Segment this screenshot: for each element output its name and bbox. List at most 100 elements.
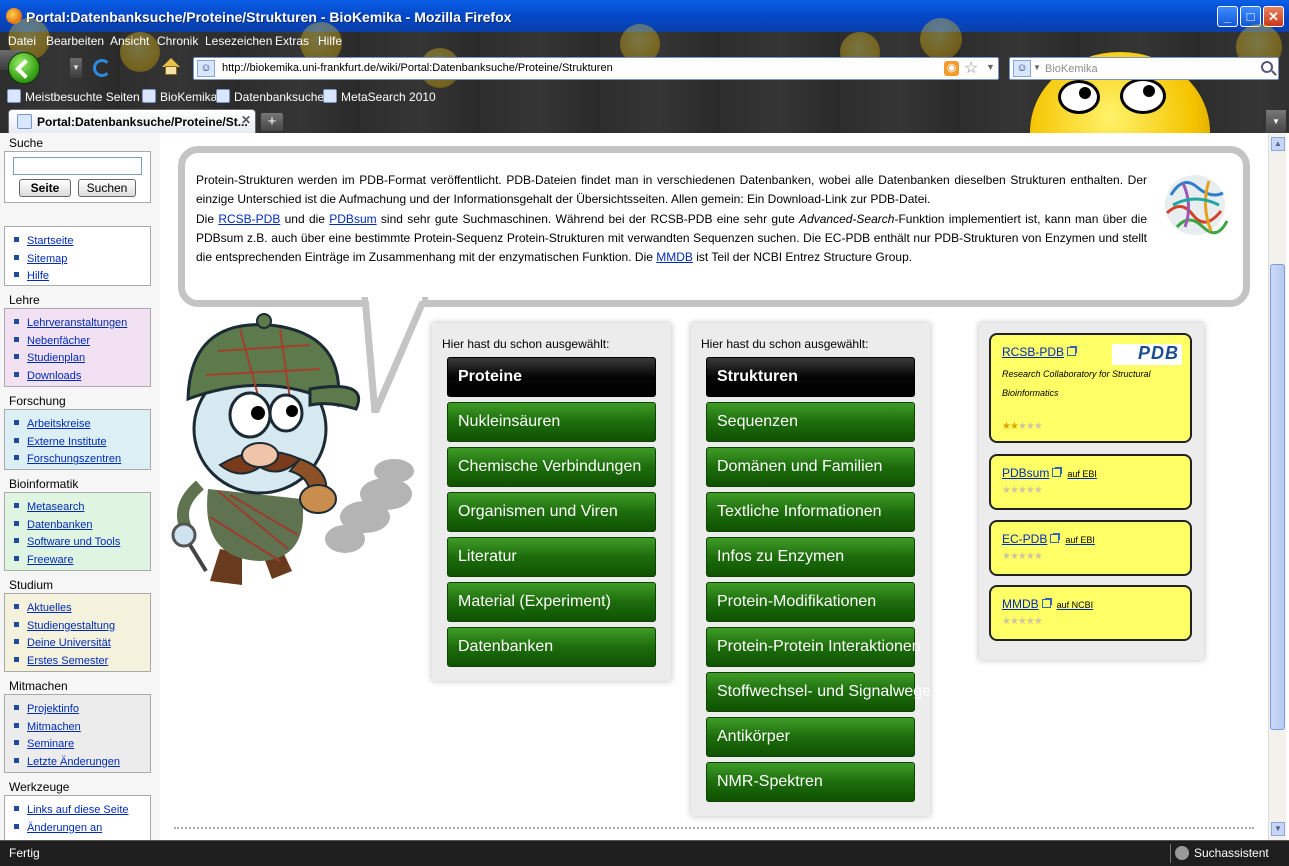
search-button[interactable]: Suchen (78, 179, 136, 197)
intro-paragraph-1: Protein-Strukturen werden im PDB-Format … (196, 173, 1147, 207)
subcategory-infos-zu-enzymen-button[interactable]: Infos zu Enzymen (706, 537, 915, 577)
portal-werkzeuge: Links auf diese Seite Änderungen an (4, 795, 151, 840)
status-text: Fertig (9, 846, 40, 860)
home-icon[interactable] (162, 58, 180, 76)
sidebar-item-studiengestaltung[interactable]: Studiengestaltung (14, 618, 150, 636)
rss-feed-icon[interactable]: ◉ (944, 61, 959, 76)
sidebar-item-mitmachen[interactable]: Mitmachen (14, 719, 150, 737)
subcategory-stoffwechsel-und-signalwege-button[interactable]: Stoffwechsel- und Signalwege (706, 672, 931, 712)
wiki-search-input[interactable] (13, 157, 142, 175)
bookmark-favicon-icon (323, 89, 337, 103)
sidebar-item-downloads[interactable]: Downloads (14, 368, 150, 386)
minimize-button[interactable]: _ (1217, 6, 1238, 27)
go-button[interactable]: Seite (19, 179, 71, 197)
scrollbar-thumb[interactable] (1270, 264, 1285, 730)
category-datenbanken-button[interactable]: Datenbanken (447, 627, 656, 667)
database-link-mmdb[interactable]: MMDB auf NCBI (1002, 597, 1093, 611)
bookmark-metasearch[interactable]: MetaSearch 2010 (323, 89, 436, 104)
sidebar-item-sitemap[interactable]: Sitemap (14, 251, 150, 269)
category-literatur-button[interactable]: Literatur (447, 537, 656, 577)
reload-icon[interactable] (93, 59, 111, 77)
tab-close-icon[interactable]: ✕ (241, 113, 251, 127)
search-icon[interactable] (1261, 61, 1273, 73)
subcategory-textliche-informationen-button[interactable]: Textliche Informationen (706, 492, 915, 532)
subcategory-domaenen-und-familien-button[interactable]: Domänen und Familien (706, 447, 915, 487)
back-button[interactable] (8, 52, 40, 84)
engine-dropdown-icon[interactable]: ▼ (1033, 63, 1041, 72)
sidebar-item-software-und-tools[interactable]: Software und Tools (14, 534, 150, 552)
sidebar-item-arbeitskreise[interactable]: Arbeitskreise (14, 416, 150, 434)
bookmark-datenbanksuche[interactable]: Datenbanksuche (216, 89, 324, 104)
menu-bearbeiten[interactable]: Bearbeiten (46, 34, 104, 48)
category-selected-proteine[interactable]: Proteine (447, 357, 656, 397)
rating-stars[interactable]: ★★★★★ (1002, 421, 1043, 432)
category-chemische-verbindungen-button[interactable]: Chemische Verbindungen (447, 447, 656, 487)
search-engine-icon[interactable]: ☺ (1013, 60, 1031, 77)
sidebar-item-deine-universitaet[interactable]: Deine Universität (14, 635, 150, 653)
mmdb-link[interactable]: MMDB (656, 250, 693, 264)
category-panel-header: Hier hast du schon ausgewählt: (442, 337, 610, 351)
menu-extras[interactable]: Extras (275, 34, 309, 48)
category-nukleinsaeuren-button[interactable]: Nukleinsäuren (447, 402, 656, 442)
scroll-up-icon[interactable]: ▲ (1271, 137, 1285, 151)
sidebar-item-projektinfo[interactable]: Projektinfo (14, 701, 150, 719)
sidebar-item-aktuelles[interactable]: Aktuelles (14, 600, 150, 618)
database-card-ec-pdb: EC-PDB auf EBI ★★★★★ (989, 520, 1192, 576)
sidebar-item-freeware[interactable]: Freeware (14, 552, 150, 570)
tab-active[interactable]: Portal:Datenbanksuche/Proteine/St... ✕ (8, 109, 256, 133)
sidebar-item-metasearch[interactable]: Metasearch (14, 499, 150, 517)
sidebar-item-aenderungen-an[interactable]: Änderungen an (14, 820, 150, 838)
subcategory-protein-modifikationen-button[interactable]: Protein-Modifikationen (706, 582, 915, 622)
sidebar-item-nebenfaecher[interactable]: Nebenfächer (14, 333, 150, 351)
menu-hilfe[interactable]: Hilfe (318, 34, 342, 48)
sidebar-item-links-auf-diese-seite[interactable]: Links auf diese Seite (14, 802, 150, 820)
close-button[interactable]: ✕ (1263, 6, 1284, 27)
bookmark-star-icon[interactable]: ☆ (964, 58, 978, 78)
url-text[interactable]: http://biokemika.uni-frankfurt.de/wiki/P… (222, 62, 613, 74)
sidebar-item-seminare[interactable]: Seminare (14, 736, 150, 754)
sidebar-item-studienplan[interactable]: Studienplan (14, 350, 150, 368)
sidebar-item-erstes-semester[interactable]: Erstes Semester (14, 653, 150, 671)
sidebar-item-externe-institute[interactable]: Externe Institute (14, 434, 150, 452)
footer-divider (174, 827, 1254, 829)
sidebar-item-letzte-aenderungen[interactable]: Letzte Änderungen (14, 754, 150, 772)
address-bar[interactable]: ☺ http://biokemika.uni-frankfurt.de/wiki… (193, 57, 999, 80)
sidebar-item-lehrveranstaltungen[interactable]: Lehrveranstaltungen (14, 315, 150, 333)
history-dropdown-button[interactable]: ▼ (70, 58, 82, 78)
url-dropdown-icon[interactable]: ▼ (986, 62, 995, 72)
subcategory-selected-strukturen[interactable]: Strukturen (706, 357, 915, 397)
menu-chronik[interactable]: Chronik (157, 34, 198, 48)
search-bar[interactable]: ☺ ▼ BioKemika (1009, 57, 1279, 80)
bookmark-meistbesuchte[interactable]: Meistbesuchte Seiten (7, 89, 140, 104)
intro-speech-bubble: Protein-Strukturen werden im PDB-Format … (178, 146, 1250, 307)
sidebar-item-hilfe[interactable]: Hilfe (14, 268, 150, 286)
search-placeholder[interactable]: BioKemika (1045, 63, 1098, 75)
bookmark-biokemika[interactable]: BioKemika (142, 89, 217, 104)
database-link-rcsb-pdb[interactable]: RCSB-PDB (1002, 345, 1078, 359)
sidebar-item-datenbanken[interactable]: Datenbanken (14, 517, 150, 535)
subcategory-antikoerper-button[interactable]: Antikörper (706, 717, 915, 757)
menu-ansicht[interactable]: Ansicht (110, 34, 149, 48)
sidebar-item-forschungszentren[interactable]: Forschungszentren (14, 451, 150, 469)
rating-stars[interactable]: ★★★★★ (1002, 485, 1043, 496)
subcategory-sequenzen-button[interactable]: Sequenzen (706, 402, 915, 442)
rating-stars[interactable]: ★★★★★ (1002, 616, 1043, 627)
pdbsum-link[interactable]: PDBsum (329, 212, 376, 226)
category-organismen-und-viren-button[interactable]: Organismen und Viren (447, 492, 656, 532)
search-assistant-label[interactable]: Suchassistent (1194, 846, 1269, 860)
subcategory-nmr-spektren-button[interactable]: NMR-Spektren (706, 762, 915, 802)
database-link-ec-pdb[interactable]: EC-PDB auf EBI (1002, 532, 1095, 546)
tab-list-button[interactable]: ▼ (1266, 110, 1286, 133)
sidebar-item-startseite[interactable]: Startseite (14, 233, 150, 251)
subcategory-protein-protein-interaktionen-button[interactable]: Protein-Protein Interaktionen (706, 627, 921, 667)
database-link-pdbsum[interactable]: PDBsum auf EBI (1002, 466, 1097, 480)
rating-stars[interactable]: ★★★★★ (1002, 551, 1043, 562)
scroll-down-icon[interactable]: ▼ (1271, 822, 1285, 836)
menu-datei[interactable]: Datei (8, 34, 36, 48)
vertical-scrollbar[interactable]: ▲ ▼ (1268, 133, 1286, 840)
category-material-experiment-button[interactable]: Material (Experiment) (447, 582, 656, 622)
rcsb-pdb-link[interactable]: RCSB-PDB (218, 212, 280, 226)
menu-lesezeichen[interactable]: Lesezeichen (205, 34, 272, 48)
new-tab-button[interactable]: + (260, 112, 284, 132)
site-identity-icon[interactable]: ☺ (197, 60, 215, 77)
